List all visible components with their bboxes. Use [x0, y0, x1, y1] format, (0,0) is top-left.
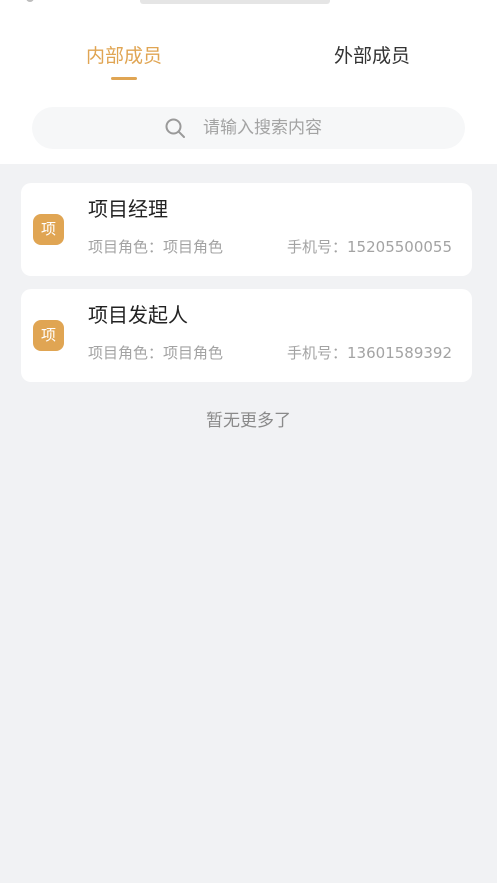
member-role-label: 项目角色： — [88, 344, 164, 362]
member-phone-value: 15205500055 — [347, 238, 452, 256]
page-title-cropped — [140, 0, 330, 4]
member-phone-value: 13601589392 — [347, 344, 452, 362]
back-icon[interactable] — [26, 0, 34, 2]
member-role: 项目角色：项目角色 — [88, 342, 223, 364]
member-card[interactable]: 项 项目经理 项目角色：项目角色 手机号：15205500055 — [21, 183, 472, 276]
member-name: 项目经理 — [88, 197, 168, 221]
member-phone-label: 手机号： — [287, 344, 348, 362]
active-tab-indicator — [111, 77, 137, 80]
no-more-indicator: 暂无更多了 — [206, 411, 291, 431]
member-role: 项目角色：项目角色 — [88, 236, 223, 258]
search-input[interactable]: 请输入搜索内容 — [32, 107, 465, 149]
member-name: 项目发起人 — [88, 303, 188, 327]
member-avatar-badge: 项 — [33, 320, 64, 351]
member-phone: 手机号：13601589392 — [287, 342, 452, 364]
member-role-value: 项目角色 — [163, 238, 224, 256]
member-role-label: 项目角色： — [88, 238, 164, 256]
top-navigation-bar — [0, 0, 497, 20]
member-phone-label: 手机号： — [287, 238, 348, 256]
header-panel: 内部成员 外部成员 请输入搜索内容 — [0, 20, 497, 164]
search-placeholder: 请输入搜索内容 — [203, 118, 322, 138]
search-icon — [165, 118, 185, 138]
member-phone: 手机号：15205500055 — [287, 236, 452, 258]
tab-internal-members[interactable]: 内部成员 — [64, 42, 184, 70]
tab-external-members[interactable]: 外部成员 — [312, 42, 432, 70]
member-role-value: 项目角色 — [163, 344, 224, 362]
member-card[interactable]: 项 项目发起人 项目角色：项目角色 手机号：13601589392 — [21, 289, 472, 382]
member-avatar-badge: 项 — [33, 214, 64, 245]
